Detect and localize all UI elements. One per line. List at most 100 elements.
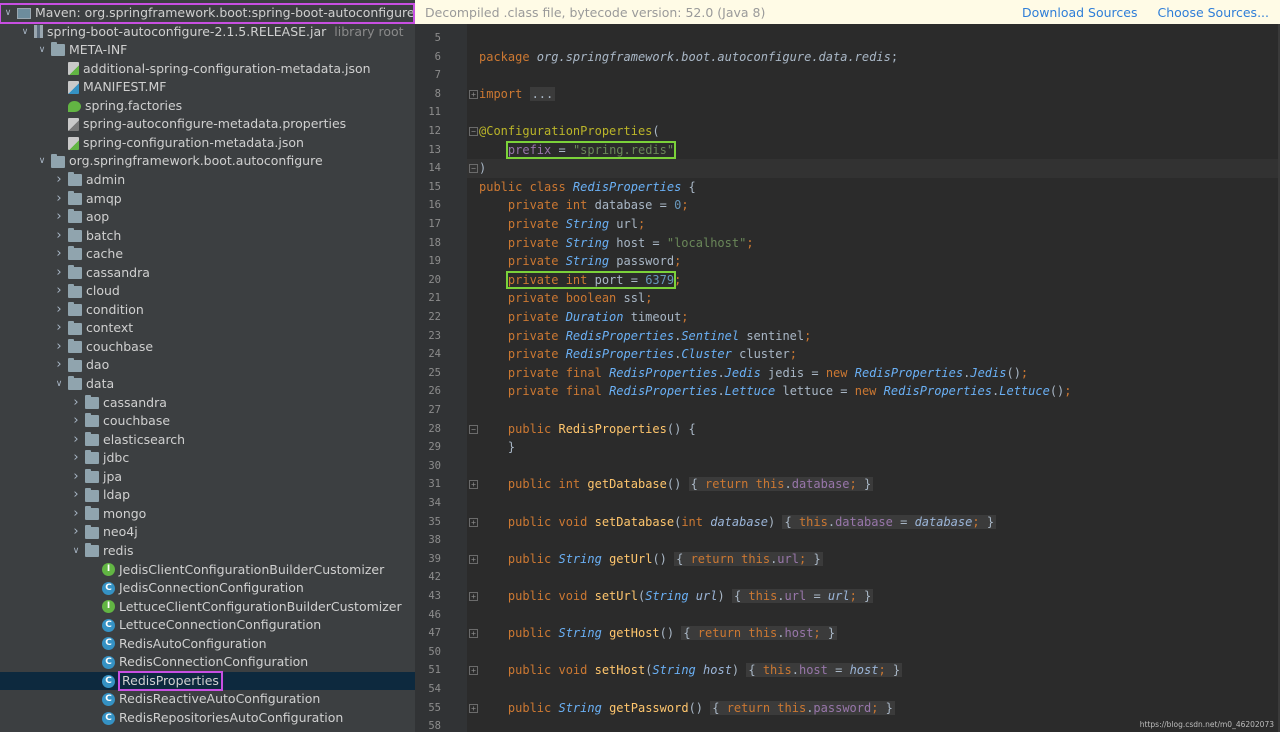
tree-node-class[interactable]: I LettuceClientConfigurationBuilderCustom… xyxy=(0,598,415,617)
tree-node-folder-elasticsearch[interactable]: › elasticsearch xyxy=(0,431,415,450)
fold-expand-icon[interactable]: + xyxy=(469,480,478,490)
code-line[interactable]: public String getPassword() { return thi… xyxy=(479,699,895,718)
fold-expand-icon[interactable]: + xyxy=(469,89,478,99)
expand-arrow-closed-icon[interactable]: › xyxy=(70,431,82,450)
expand-arrow-closed-icon[interactable]: › xyxy=(53,356,65,375)
expand-arrow-closed-icon[interactable]: › xyxy=(70,449,82,468)
code-line[interactable]: private final RedisProperties.Lettuce le… xyxy=(479,382,1072,401)
code-line[interactable]: import ... xyxy=(479,85,556,104)
code-line[interactable]: private String url; xyxy=(479,215,645,234)
tree-node-class[interactable]: C JedisConnectionConfiguration xyxy=(0,579,415,598)
fold-expand-icon[interactable]: + xyxy=(469,554,478,564)
tree-node-class[interactable]: C RedisReactiveAutoConfiguration xyxy=(0,690,415,709)
expand-arrow-closed-icon[interactable]: › xyxy=(53,264,65,283)
code-line[interactable]: ) xyxy=(479,159,486,178)
expand-arrow-closed-icon[interactable]: › xyxy=(53,171,65,190)
tree-node-file[interactable]: spring-autoconfigure-metadata.properties xyxy=(0,115,415,134)
tree-node-folder-cloud[interactable]: › cloud xyxy=(0,282,415,301)
code-line[interactable]: public void setHost(String host) { this.… xyxy=(479,661,903,680)
tree-node-folder-couchbase[interactable]: › couchbase xyxy=(0,412,415,431)
tree-node-file[interactable]: spring-configuration-metadata.json xyxy=(0,134,415,153)
code-line[interactable]: public int getDatabase() { return this.d… xyxy=(479,475,874,494)
expand-arrow-closed-icon[interactable]: › xyxy=(53,245,65,264)
expand-arrow-open-icon[interactable]: ∨ xyxy=(19,23,31,42)
fold-expand-icon[interactable]: + xyxy=(469,517,478,527)
choose-sources-link[interactable]: Choose Sources... xyxy=(1158,5,1270,20)
code-line[interactable]: @ConfigurationProperties( xyxy=(479,122,660,141)
expand-arrow-closed-icon[interactable]: › xyxy=(70,505,82,524)
tree-node-folder-ldap[interactable]: › ldap xyxy=(0,486,415,505)
code-line[interactable]: package org.springframework.boot.autocon… xyxy=(479,48,898,67)
code-line[interactable]: public void setDatabase(int database) { … xyxy=(479,513,997,532)
code-line[interactable]: prefix = "spring.redis" xyxy=(479,140,677,160)
code-line[interactable]: } xyxy=(479,438,515,457)
tree-node-folder-cache[interactable]: › cache xyxy=(0,245,415,264)
fold-expand-icon[interactable]: + xyxy=(469,666,478,676)
tree-node-class[interactable]: C RedisConnectionConfiguration xyxy=(0,653,415,672)
tree-node-folder-batch[interactable]: › batch xyxy=(0,227,415,246)
tree-node-folder-context[interactable]: › context xyxy=(0,319,415,338)
code-line[interactable]: public RedisProperties() { xyxy=(479,420,696,439)
tree-node-folder-cassandra[interactable]: › cassandra xyxy=(0,264,415,283)
tree-node-meta-inf[interactable]: ∨ META-INF xyxy=(0,41,415,60)
tree-node-folder-aop[interactable]: › aop xyxy=(0,208,415,227)
tree-node-class[interactable]: I JedisClientConfigurationBuilderCustomiz… xyxy=(0,561,415,580)
tree-node-folder-mongo[interactable]: › mongo xyxy=(0,505,415,524)
expand-arrow-closed-icon[interactable]: › xyxy=(53,319,65,338)
code-line[interactable]: private String host = "localhost"; xyxy=(479,234,754,253)
expand-arrow-open-icon[interactable]: ∨ xyxy=(36,41,48,60)
download-sources-link[interactable]: Download Sources xyxy=(1022,5,1138,20)
tree-node-folder-jdbc[interactable]: › jdbc xyxy=(0,449,415,468)
code-line[interactable]: public class RedisProperties { xyxy=(479,178,696,197)
tree-node-class[interactable]: C LettuceConnectionConfiguration xyxy=(0,616,415,635)
code-line[interactable]: private int database = 0; xyxy=(479,196,689,215)
expand-arrow-closed-icon[interactable]: › xyxy=(70,468,82,487)
expand-arrow-closed-icon[interactable]: › xyxy=(53,338,65,357)
fold-expand-icon[interactable]: + xyxy=(469,592,478,601)
tree-node-folder-amqp[interactable]: › amqp xyxy=(0,190,415,209)
expand-arrow-open-icon[interactable]: ∨ xyxy=(70,542,82,561)
code-line[interactable]: private final RedisProperties.Jedis jedi… xyxy=(479,364,1028,383)
tree-node-class[interactable]: C RedisRepositoriesAutoConfiguration xyxy=(0,709,415,728)
expand-arrow-closed-icon[interactable]: › xyxy=(70,394,82,413)
tree-node-jar[interactable]: ∨ spring-boot-autoconfigure-2.1.5.RELEASE… xyxy=(0,23,415,42)
tree-node-file[interactable]: additional-spring-configuration-metadata… xyxy=(0,60,415,79)
expand-arrow-open-icon[interactable]: ∨ xyxy=(2,4,14,23)
expand-arrow-closed-icon[interactable]: › xyxy=(53,301,65,320)
code-line[interactable]: private Duration timeout; xyxy=(479,308,689,327)
expand-arrow-closed-icon[interactable]: › xyxy=(53,190,65,209)
fold-collapse-icon[interactable]: − xyxy=(469,424,478,434)
tree-node-folder-couchbase[interactable]: › couchbase xyxy=(0,338,415,357)
code-line[interactable]: private int port = 6379; xyxy=(479,270,681,290)
fold-collapse-icon[interactable]: − xyxy=(469,164,478,174)
tree-node-file[interactable]: MANIFEST.MF xyxy=(0,78,415,97)
expand-arrow-closed-icon[interactable]: › xyxy=(70,412,82,431)
expand-arrow-closed-icon[interactable]: › xyxy=(53,282,65,301)
tree-node-folder-admin[interactable]: › admin xyxy=(0,171,415,190)
tree-node-folder-redis[interactable]: ∨ redis xyxy=(0,542,415,561)
tree-node-class[interactable]: C RedisAutoConfiguration xyxy=(0,635,415,654)
tree-node-folder-cassandra[interactable]: › cassandra xyxy=(0,394,415,413)
tree-node-class[interactable]: C RedisProperties xyxy=(0,670,415,692)
code-line[interactable]: public String getUrl() { return this.url… xyxy=(479,550,823,569)
code-line[interactable]: private boolean ssl; xyxy=(479,289,653,308)
expand-arrow-closed-icon[interactable]: › xyxy=(53,227,65,246)
line-number-gutter[interactable]: 5 6 7 8 11 12 13 14 15 16 17 18 19 20 21 22 23 24 25 26 27 28… xyxy=(415,24,467,732)
fold-expand-icon[interactable]: + xyxy=(469,703,478,713)
tree-node-maven-root[interactable]: ∨ Maven: org.springframework.boot:spring-… xyxy=(0,3,415,24)
expand-arrow-open-icon[interactable]: ∨ xyxy=(36,152,48,171)
tree-node-package[interactable]: ∨ org.springframework.boot.autoconfigure xyxy=(0,152,415,171)
tree-node-folder-jpa[interactable]: › jpa xyxy=(0,468,415,487)
tree-node-folder-condition[interactable]: › condition xyxy=(0,301,415,320)
code-editor[interactable]: Decompiled .class file, bytecode version… xyxy=(415,0,1280,732)
expand-arrow-open-icon[interactable]: ∨ xyxy=(53,375,65,394)
tree-node-folder-data[interactable]: ∨ data xyxy=(0,375,415,394)
code-line[interactable]: private RedisProperties.Sentinel sentine… xyxy=(479,327,811,346)
code-line[interactable]: private RedisProperties.Cluster cluster; xyxy=(479,345,797,364)
expand-arrow-closed-icon[interactable]: › xyxy=(70,523,82,542)
expand-arrow-closed-icon[interactable]: › xyxy=(53,208,65,227)
fold-expand-icon[interactable]: + xyxy=(469,629,478,639)
code-line[interactable]: public void setUrl(String url) { this.ur… xyxy=(479,587,874,606)
tree-node-folder-neo4j[interactable]: › neo4j xyxy=(0,523,415,542)
code-line[interactable]: public String getHost() { return this.ho… xyxy=(479,624,838,643)
